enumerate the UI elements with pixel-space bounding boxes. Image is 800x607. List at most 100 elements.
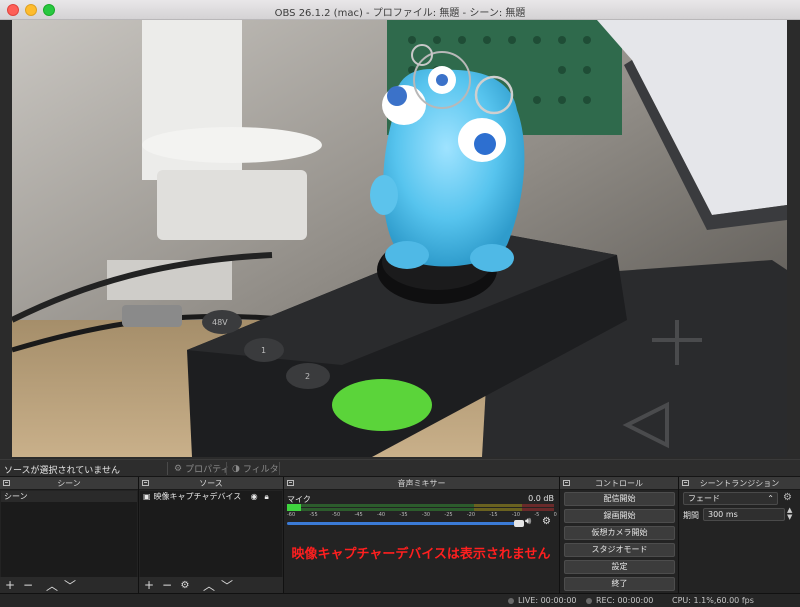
rec-status: REC: 00:00:00: [586, 596, 653, 605]
properties-label: プロパティ: [185, 465, 230, 475]
undock-icon[interactable]: [3, 480, 10, 486]
meter-ticks: -60 -55 -50 -45 -40 -35 -30 -25 -20 -15 -10 -5 0: [287, 512, 557, 520]
settings-button[interactable]: 設定: [564, 560, 675, 574]
eye-icon[interactable]: ◉: [251, 491, 258, 502]
scene-transitions-dock: シーントランジション フェード ⌃ ⚙ 期間 300 ms ▲ ▼: [679, 477, 800, 593]
studio-mode-button[interactable]: スタジオモード: [564, 543, 675, 557]
speaker-icon[interactable]: 🔊︎: [525, 516, 531, 527]
move-up-icon[interactable]: ︿: [46, 577, 58, 594]
scene-list: シーン: [1, 491, 137, 577]
move-down-icon[interactable]: ﹀: [64, 577, 76, 594]
volume-slider[interactable]: [287, 522, 519, 525]
status-bar: LIVE: 00:00:00 REC: 00:00:00 CPU: 1.1%,6…: [0, 593, 800, 607]
window-title: OBS 26.1.2 (mac) - プロファイル: 無題 - シーン: 無題: [274, 8, 526, 19]
start-streaming-button[interactable]: 配信開始: [564, 492, 675, 506]
rec-indicator-icon: [586, 598, 592, 604]
toolbar-divider: [167, 462, 168, 475]
audio-mixer-dock-header: 音声ミキサー: [284, 477, 559, 490]
start-recording-button[interactable]: 録画開始: [564, 509, 675, 523]
volume-meter-fill: [287, 504, 301, 511]
sources-dock-footer: + − ⚙ ︿ ﹀: [139, 577, 283, 593]
filters-label: フィルタ: [242, 465, 279, 475]
transition-select-value: フェード: [688, 494, 720, 503]
live-status: LIVE: 00:00:00: [508, 596, 577, 605]
gear-icon[interactable]: ⚙: [783, 492, 792, 503]
start-virtual-camera-button[interactable]: 仮想カメラ開始: [564, 526, 675, 540]
live-indicator-icon: [508, 598, 514, 604]
volume-meter: [287, 504, 554, 511]
meter-tick-label: 0: [553, 512, 557, 518]
scenes-dock: シーン シーン + − ︿ ﹀: [0, 477, 139, 593]
controls-dock: コントロール 配信開始 録画開始 仮想カメラ開始 スタジオモード 設定 終了: [560, 477, 679, 593]
meter-tick-label: -40: [376, 512, 386, 518]
source-toolbar: ソースが選択されていません ⚙ プロパティ ◑ フィルタ: [0, 459, 800, 477]
source-item[interactable]: ▣ 映像キャプチャデバイス ◉ 🔒︎: [140, 491, 282, 502]
move-down-icon[interactable]: ﹀: [221, 577, 233, 594]
svg-text:1: 1: [261, 346, 266, 355]
controls-dock-title: コントロール: [595, 479, 643, 488]
undock-icon[interactable]: [287, 480, 294, 486]
meter-tick-label: -25: [444, 512, 453, 518]
scene-transitions-dock-header: シーントランジション: [679, 477, 800, 490]
sources-dock-title: ソース: [199, 479, 223, 488]
undock-icon[interactable]: [142, 480, 149, 486]
chevron-updown-icon: ⌃: [767, 494, 774, 503]
gear-icon[interactable]: ⚙: [179, 580, 191, 591]
filters-button[interactable]: ◑ フィルタ: [232, 461, 279, 476]
properties-button[interactable]: ⚙ プロパティ: [174, 461, 230, 476]
preview-area: 48V 1 2: [0, 20, 800, 459]
window-titlebar: OBS 26.1.2 (mac) - プロファイル: 無題 - シーン: 無題: [0, 0, 800, 20]
meter-tick-label: -30: [421, 512, 431, 518]
mixer-level-readout: 0.0 dB: [528, 494, 554, 503]
move-up-icon[interactable]: ︿: [203, 577, 215, 594]
meter-tick-label: -10: [511, 512, 521, 518]
duration-label: 期間: [683, 511, 699, 520]
duration-value: 300 ms: [708, 510, 738, 519]
cpu-status: CPU: 1.1%,60.00 fps: [672, 596, 754, 605]
toolbar-divider: [226, 462, 227, 475]
scenes-dock-footer: + − ︿ ﹀: [0, 577, 138, 593]
meter-tick-label: -60: [287, 512, 296, 518]
source-list: ▣ 映像キャプチャデバイス ◉ 🔒︎: [140, 491, 282, 577]
scenes-dock-title: シーン: [57, 479, 81, 488]
meter-tick-label: -5: [534, 512, 540, 518]
camera-feed-image: 48V 1 2: [12, 20, 787, 457]
svg-text:48V: 48V: [212, 318, 228, 327]
sources-dock-header: ソース: [139, 477, 283, 490]
meter-tick-label: -15: [489, 512, 498, 518]
rec-time: REC: 00:00:00: [596, 596, 654, 605]
add-icon[interactable]: +: [4, 578, 16, 592]
gear-icon: ⚙: [174, 463, 183, 474]
remove-icon[interactable]: −: [22, 578, 34, 592]
add-icon[interactable]: +: [143, 578, 155, 592]
filter-icon: ◑: [232, 463, 240, 474]
audio-mixer-dock: 音声ミキサー マイク 0.0 dB -60 -55 -50 -45 -40 -35 -30-…: [284, 477, 560, 593]
undock-icon[interactable]: [682, 480, 689, 486]
live-time: LIVE: 00:00:00: [518, 596, 577, 605]
scene-item[interactable]: シーン: [1, 491, 137, 502]
preview-canvas[interactable]: 48V 1 2: [12, 20, 787, 457]
no-source-selected-label: ソースが選択されていません: [4, 466, 121, 476]
meter-tick-label: -20: [466, 512, 476, 518]
undock-icon[interactable]: [563, 480, 570, 486]
transition-select[interactable]: フェード ⌃: [683, 492, 778, 505]
controls-dock-header: コントロール: [560, 477, 678, 490]
toolbar-divider: [279, 462, 280, 475]
remove-icon[interactable]: −: [161, 578, 173, 592]
volume-slider-handle[interactable]: [514, 520, 524, 527]
meter-tick-label: -50: [331, 512, 341, 518]
no-capture-device-warning: 映像キャプチャーデバイスは表示されません: [291, 547, 551, 562]
duration-input[interactable]: 300 ms: [703, 508, 785, 521]
meter-tick-label: -45: [354, 512, 363, 518]
exit-button[interactable]: 終了: [564, 577, 675, 591]
scenes-dock-header: シーン: [0, 477, 138, 490]
meter-tick-label: -55: [309, 512, 318, 518]
scene-transitions-dock-title: シーントランジション: [699, 479, 780, 488]
svg-text:2: 2: [305, 372, 310, 381]
lock-icon[interactable]: 🔒︎: [265, 491, 269, 502]
source-item-label: 映像キャプチャデバイス: [153, 492, 242, 501]
audio-mixer-dock-title: 音声ミキサー: [397, 479, 446, 488]
duration-stepper-icon[interactable]: ▲ ▼: [787, 507, 792, 521]
camera-icon: ▣: [143, 492, 151, 501]
gear-icon[interactable]: ⚙: [542, 516, 551, 527]
